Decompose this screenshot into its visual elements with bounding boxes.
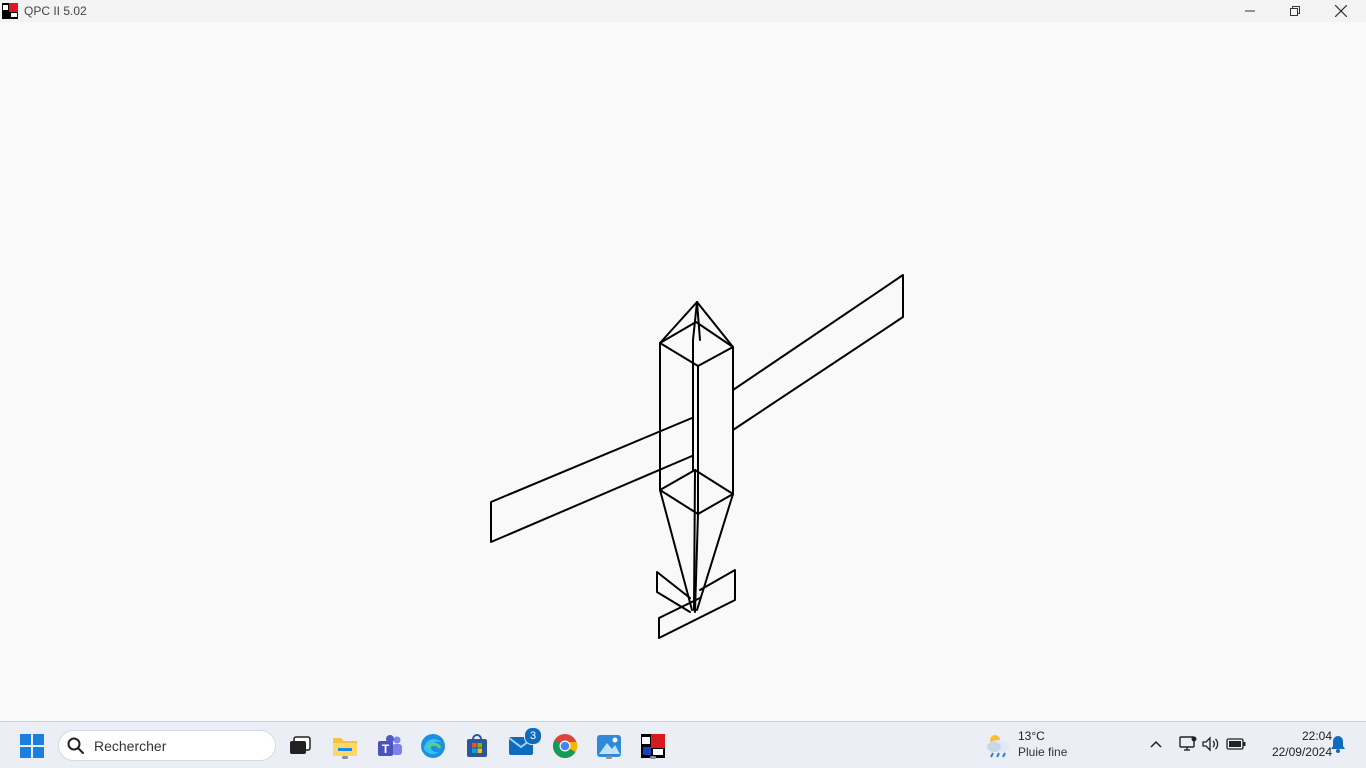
task-view-button[interactable] [284,730,316,762]
edge-icon [421,734,445,758]
weather-temperature: 13°C [1018,729,1045,743]
restore-button[interactable] [1272,0,1318,22]
notifications-button[interactable] [1328,734,1348,754]
network-icon [1179,736,1197,751]
bell-icon [1331,736,1345,753]
taskbar: Rechercher T 3 13°C Pluie fine 22:04 22/… [0,721,1366,768]
right-wing [732,274,904,431]
close-button[interactable] [1318,0,1364,22]
title-bar[interactable]: QPC II 5.02 [0,0,1366,22]
search-placeholder: Rechercher [94,738,167,754]
windows-start-icon [20,734,44,758]
wireframe-aircraft-drawing [490,274,904,639]
network-status[interactable] [1178,734,1198,754]
system-clock[interactable]: 22:04 22/09/2024 [1252,728,1332,760]
window-title: QPC II 5.02 [24,4,87,18]
cloud-rain-icon [987,735,1009,758]
search-icon [67,737,84,754]
qpc-app-icon [2,3,18,19]
chrome-icon [552,734,578,759]
task-view-icon [290,736,311,754]
photos-button[interactable] [593,730,625,762]
battery-icon [1226,738,1246,750]
svg-text:T: T [382,742,390,756]
fuselage-top-cap [659,321,734,367]
running-indicator [606,756,612,759]
left-wing [490,417,693,543]
store-button[interactable] [461,730,493,762]
qpc-window: QPC II 5.02 [0,0,1366,721]
mail-button[interactable]: 3 [505,727,542,762]
volume-icon [1202,736,1219,752]
clock-time: 22:04 [1301,729,1332,743]
battery-status[interactable] [1226,734,1246,754]
start-button[interactable] [16,730,48,762]
chevron-up-icon [1150,740,1162,748]
fuselage-bottom-cap [659,469,734,515]
minimize-icon [1245,10,1255,12]
edge-button[interactable] [417,730,449,762]
mail-badge: 3 [524,727,542,745]
minimize-button[interactable] [1227,0,1273,22]
weather-condition: Pluie fine [1018,745,1068,759]
store-icon [467,734,487,757]
photos-icon [597,735,621,757]
restore-icon [1290,6,1300,16]
file-explorer-button[interactable] [329,730,361,762]
clock-date: 22/09/2024 [1271,745,1332,759]
folder-icon [333,738,357,756]
taskbar-search[interactable]: Rechercher [58,730,276,761]
qpc-taskbar-button[interactable] [637,730,669,762]
chrome-button[interactable] [549,730,581,762]
show-hidden-icons-button[interactable] [1146,734,1166,754]
right-tail-fin [658,569,736,639]
qpc-canvas[interactable] [0,22,1366,721]
weather-widget[interactable]: 13°C Pluie fine [984,728,1094,762]
running-indicator [342,756,348,759]
volume-control[interactable] [1201,734,1221,754]
close-icon [1335,5,1347,17]
teams-icon: T [378,735,402,756]
teams-button[interactable]: T [374,730,406,762]
running-indicator [650,756,656,759]
